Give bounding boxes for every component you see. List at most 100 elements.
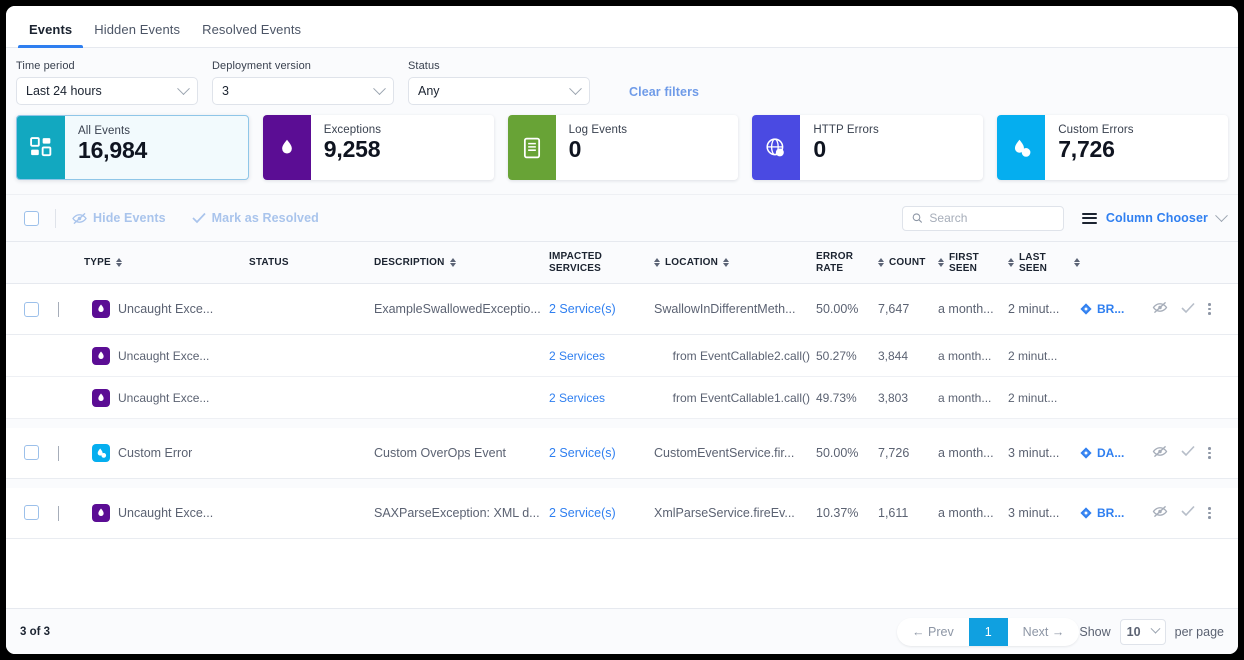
select-all-checkbox[interactable]: [24, 211, 39, 226]
search-input[interactable]: [929, 211, 1053, 225]
prev-page-button[interactable]: ← Prev: [897, 618, 969, 646]
column-chooser-button[interactable]: Column Chooser: [1082, 211, 1226, 225]
impacted-services-link[interactable]: 2 Services: [549, 391, 605, 405]
hide-event-icon-button[interactable]: [1152, 301, 1168, 317]
th-last-seen[interactable]: LAST SEEN: [1008, 242, 1080, 284]
sort-icon[interactable]: [1008, 258, 1014, 267]
page-1-button[interactable]: 1: [969, 618, 1008, 646]
th-location[interactable]: LOCATION: [654, 242, 816, 284]
table-row[interactable]: Custom Error Custom OverOps Event 2 Serv…: [6, 428, 1238, 479]
tab-resolved-events[interactable]: Resolved Events: [191, 22, 312, 47]
impacted-services-link[interactable]: 2 Services: [549, 349, 605, 363]
chevron-right-icon[interactable]: [58, 446, 59, 461]
stat-card-log-events[interactable]: Log Events 0: [508, 115, 739, 180]
hide-event-icon-button[interactable]: [1152, 445, 1168, 461]
mark-as-resolved-button[interactable]: Mark as Resolved: [192, 211, 319, 225]
chevron-right-icon[interactable]: [58, 506, 59, 521]
cell-expand: [58, 377, 84, 419]
filter-bar: Time period Last 24 hours Deployment ver…: [6, 48, 1238, 115]
th-select: [6, 242, 58, 284]
table-row[interactable]: Uncaught Exce... SAXParseException: XML …: [6, 488, 1238, 539]
th-label: STATUS: [249, 257, 289, 268]
status-field: Status Any: [408, 60, 590, 105]
impacted-services-link[interactable]: 2 Service(s): [549, 446, 616, 460]
cell-first-seen: a month...: [938, 488, 1008, 539]
th-first-seen[interactable]: FIRST SEEN: [938, 242, 1008, 284]
table-subrow[interactable]: Uncaught Exce... 2 Services from EventCa…: [6, 377, 1238, 419]
cell-count: 3,803: [878, 377, 938, 419]
stat-card-all-events[interactable]: All Events 16,984: [16, 115, 249, 180]
tab-bar: Events Hidden Events Resolved Events: [6, 6, 1238, 48]
row-checkbox[interactable]: [24, 302, 39, 317]
sort-icon[interactable]: [878, 258, 884, 267]
th-type[interactable]: TYPE: [84, 242, 249, 284]
cell-description: [374, 377, 549, 419]
jira-link[interactable]: DA...: [1080, 446, 1152, 460]
table-subrow[interactable]: Uncaught Exce... 2 Services from EventCa…: [6, 335, 1238, 377]
row-actions: [1152, 445, 1238, 461]
jira-label: BR...: [1097, 506, 1124, 520]
stat-card-http-errors[interactable]: HTTP Errors 0: [752, 115, 983, 180]
tab-events[interactable]: Events: [18, 22, 83, 47]
resolve-event-icon-button[interactable]: [1181, 445, 1195, 460]
more-options-icon[interactable]: [1208, 303, 1211, 315]
clear-filters-button[interactable]: Clear filters: [629, 85, 699, 99]
first-seen-value: a month...: [938, 349, 991, 363]
time-period-select[interactable]: Last 24 hours: [16, 77, 198, 105]
stat-card-exceptions[interactable]: Exceptions 9,258: [263, 115, 494, 180]
impacted-services-link[interactable]: 2 Service(s): [549, 302, 616, 316]
more-options-icon[interactable]: [1208, 447, 1211, 459]
sort-icon[interactable]: [938, 258, 944, 267]
row-actions: [1152, 301, 1238, 317]
check-icon[interactable]: [1181, 505, 1195, 517]
resolve-event-icon-button[interactable]: [1181, 302, 1195, 317]
search-box[interactable]: [902, 206, 1064, 231]
sort-icon[interactable]: [654, 258, 660, 267]
list-icon: [1082, 213, 1097, 224]
last-seen-value: 3 minut...: [1008, 506, 1059, 520]
row-checkbox[interactable]: [24, 445, 39, 460]
sort-icon[interactable]: [116, 258, 122, 267]
hide-events-button[interactable]: Hide Events: [72, 211, 166, 225]
jira-diamond-icon: [1080, 507, 1092, 519]
eye-slash-icon[interactable]: [1152, 505, 1168, 518]
jira-link[interactable]: BR...: [1080, 302, 1152, 316]
th-impacted-services[interactable]: IMPACTEDSERVICES: [549, 242, 654, 284]
type-label: Uncaught Exce...: [118, 302, 213, 316]
impacted-services-link[interactable]: 2 Service(s): [549, 506, 616, 520]
event-type-icon: [92, 504, 110, 522]
table-row[interactable]: Uncaught Exce... ExampleSwallowedExcepti…: [6, 284, 1238, 335]
th-status[interactable]: STATUS: [249, 242, 374, 284]
per-page-label: per page: [1175, 625, 1224, 639]
sort-icon[interactable]: [1074, 258, 1080, 267]
jira-link[interactable]: BR...: [1080, 506, 1152, 520]
sort-icon[interactable]: [723, 258, 729, 267]
th-description[interactable]: DESCRIPTION: [374, 242, 549, 284]
row-checkbox[interactable]: [24, 505, 39, 520]
droplet-icon: [276, 137, 298, 159]
page-size-select[interactable]: 10: [1120, 619, 1166, 645]
status-select[interactable]: Any: [408, 77, 590, 105]
cell-location: XmlParseService.fireEv...: [654, 488, 816, 539]
deployment-version-select[interactable]: 3: [212, 77, 394, 105]
eye-slash-icon[interactable]: [1152, 301, 1168, 314]
error-rate-value: 10.37%: [816, 506, 858, 520]
tab-hidden-events[interactable]: Hidden Events: [83, 22, 191, 47]
sort-icon[interactable]: [450, 258, 456, 267]
cell-actions: [1152, 377, 1238, 419]
chevron-down-icon[interactable]: [58, 302, 59, 317]
hide-events-label: Hide Events: [93, 211, 166, 225]
check-icon[interactable]: [1181, 445, 1195, 457]
pagination: ← Prev 1 Next →: [897, 618, 1079, 646]
first-seen-value: a month...: [938, 391, 991, 405]
next-page-button[interactable]: Next →: [1008, 618, 1080, 646]
hide-event-icon-button[interactable]: [1152, 505, 1168, 521]
th-error-rate[interactable]: ERRORRATE: [816, 242, 878, 284]
more-options-icon[interactable]: [1208, 507, 1211, 519]
th-count[interactable]: COUNT: [878, 242, 938, 284]
check-icon[interactable]: [1181, 302, 1195, 314]
eye-slash-icon[interactable]: [1152, 445, 1168, 458]
stat-card-custom-errors[interactable]: Custom Errors 7,726: [997, 115, 1228, 180]
resolve-event-icon-button[interactable]: [1181, 505, 1195, 520]
deployment-version-value: 3: [222, 84, 229, 98]
